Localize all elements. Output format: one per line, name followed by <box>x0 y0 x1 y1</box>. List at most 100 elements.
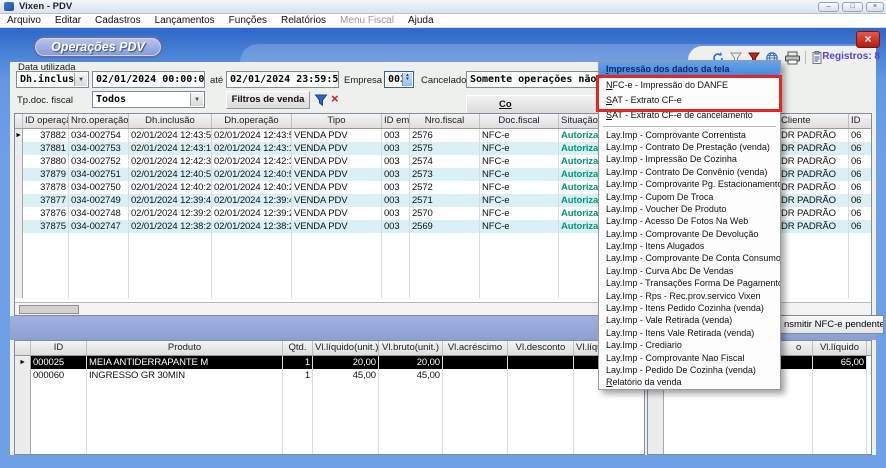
cell[interactable]: 003 <box>382 207 410 220</box>
cell[interactable]: 000025 <box>31 356 87 369</box>
menu-item[interactable]: Lay.Imp - Cupom De Troca <box>599 191 780 203</box>
cell[interactable]: DR PADRÃO <box>779 194 849 207</box>
cell[interactable]: 034-002748 <box>69 207 129 220</box>
products-table[interactable]: IDProdutoQtd.Vl.líquido(unit.)Vl.bruto(u… <box>14 340 645 455</box>
cell[interactable]: 2574 <box>410 155 480 168</box>
cell[interactable]: 1 <box>283 369 313 382</box>
cell[interactable]: 06 <box>849 129 872 142</box>
menubar-item-editar[interactable]: Editar <box>48 15 88 26</box>
cell[interactable]: NFC-e <box>480 181 559 194</box>
menu-item[interactable]: Lay.Imp - Pedido De Cozinha (venda) <box>599 364 780 376</box>
cell[interactable]: VENDA PDV <box>292 129 382 142</box>
menu-item[interactable]: Lay.Imp - Curva Abc De Vendas <box>599 265 780 277</box>
row-marker[interactable]: ► <box>15 356 31 369</box>
menu-item[interactable]: Lay.Imp - Voucher De Produto <box>599 203 780 215</box>
menu-item[interactable]: Lay.Imp - Comprovante Pg. Estacionamento <box>599 178 780 190</box>
cell[interactable]: NFC-e <box>480 168 559 181</box>
menu-item[interactable]: Lay.Imp - Comprovante Nao Fiscal <box>599 352 780 364</box>
cell[interactable]: 034-002749 <box>69 194 129 207</box>
print-icon[interactable] <box>784 51 801 65</box>
cell[interactable]: 37881 <box>23 142 69 155</box>
cell[interactable]: 02/01/2024 12:39:48 <box>212 194 292 207</box>
date-to-input[interactable]: 02/01/2024 23:59:59 <box>226 71 339 88</box>
cell[interactable]: 003 <box>382 168 410 181</box>
scrollbar-thumb[interactable] <box>19 305 79 314</box>
cell[interactable]: 37878 <box>23 181 69 194</box>
column-header[interactable]: Produto <box>87 341 283 355</box>
cell[interactable]: MEIA ANTIDERRAPANTE M <box>87 356 283 369</box>
date-from-input[interactable]: 02/01/2024 00:00:00 <box>92 71 205 88</box>
cell[interactable]: 02/01/2024 12:38:28 <box>212 220 292 233</box>
cell[interactable]: NFC-e <box>480 155 559 168</box>
column-header[interactable]: Vl.líquido <box>813 341 867 355</box>
transmit-nfce-button[interactable]: nsmitir NFC-e pendentes <box>779 315 884 334</box>
cell[interactable]: 2570 <box>410 207 480 220</box>
cell[interactable]: NFC-e <box>480 129 559 142</box>
cell[interactable]: 02/01/2024 12:43:11 <box>212 142 292 155</box>
cell[interactable] <box>508 369 574 382</box>
filter-blue-icon[interactable] <box>314 93 328 107</box>
cell[interactable]: 034-002752 <box>69 155 129 168</box>
cell[interactable]: VENDA PDV <box>292 168 382 181</box>
cell[interactable]: 02/01/2024 12:40:54 <box>129 168 212 181</box>
cell[interactable]: DR PADRÃO <box>779 220 849 233</box>
cell[interactable]: 02/01/2024 12:42:32 <box>129 155 212 168</box>
column-header[interactable]: Dh.operação <box>212 114 292 128</box>
column-header[interactable]: ID emp. <box>382 114 410 128</box>
column-header[interactable]: ID operação <box>23 114 69 128</box>
form-close-button[interactable]: × <box>856 31 880 48</box>
restore-button[interactable]: □ <box>842 2 863 12</box>
column-header[interactable]: ID <box>849 114 872 128</box>
row-selector[interactable] <box>15 207 23 220</box>
column-header[interactable]: Dh.inclusão <box>129 114 212 128</box>
menu-item[interactable]: Lay.Imp - Itens Alugados <box>599 240 780 252</box>
menubar-item-lan-amentos[interactable]: Lançamentos <box>148 15 222 26</box>
cell[interactable]: VENDA PDV <box>292 207 382 220</box>
cell[interactable]: 034-002753 <box>69 142 129 155</box>
cell[interactable]: 2575 <box>410 142 480 155</box>
cell[interactable]: 1 <box>283 356 313 369</box>
cell[interactable]: 2571 <box>410 194 480 207</box>
menubar-item-arquivo[interactable]: Arquivo <box>0 15 48 26</box>
cell[interactable]: 003 <box>382 220 410 233</box>
cell[interactable]: 06 <box>849 194 872 207</box>
cell[interactable]: 02/01/2024 12:43:11 <box>129 142 212 155</box>
cell[interactable]: 003 <box>382 155 410 168</box>
cell[interactable]: VENDA PDV <box>292 181 382 194</box>
menu-item[interactable]: Lay.Imp - Contrato De Convênio (venda) <box>599 166 780 178</box>
cell[interactable]: 02/01/2024 12:40:22 <box>212 181 292 194</box>
cell[interactable]: NFC-e <box>480 194 559 207</box>
cell[interactable]: 06 <box>849 168 872 181</box>
cell[interactable]: 06 <box>849 142 872 155</box>
menu-item[interactable]: Lay.Imp - Comprovante De Devolução <box>599 228 780 240</box>
menu-item[interactable]: Lay.Imp - Itens Vale Retirada (venda) <box>599 327 780 339</box>
cell[interactable]: NFC-e <box>480 207 559 220</box>
menubar-item-fun-es[interactable]: Funções <box>222 15 274 26</box>
menubar-item-relat-rios[interactable]: Relatórios <box>274 15 333 26</box>
menu-item[interactable]: Lay.Imp - Contrato De Prestação (venda) <box>599 141 780 153</box>
cell[interactable]: VENDA PDV <box>292 142 382 155</box>
cell[interactable]: 003 <box>382 142 410 155</box>
menu-item[interactable]: Lay.Imp - Itens Pedido Cozinha (venda) <box>599 302 780 314</box>
cell[interactable]: 02/01/2024 12:39:21 <box>129 207 212 220</box>
clear-filter-icon[interactable]: × <box>331 91 339 106</box>
menu-item[interactable]: Lay.Imp - Comprovante De Conta Consumo <box>599 252 780 264</box>
cell[interactable]: 003 <box>382 194 410 207</box>
column-header[interactable]: Vl.desconto <box>508 341 574 355</box>
column-header[interactable]: Vl.líquido(unit.) <box>313 341 379 355</box>
menu-item[interactable]: Lay.Imp - Comprovante Correntista <box>599 129 780 141</box>
row-selector[interactable] <box>15 181 23 194</box>
cell[interactable]: 02/01/2024 12:42:32 <box>212 155 292 168</box>
row-marker[interactable]: ► <box>15 129 23 142</box>
column-header[interactable]: Vl.acréscimo <box>443 341 508 355</box>
cell[interactable]: 02/01/2024 12:38:28 <box>129 220 212 233</box>
cell[interactable]: 02/01/2024 12:43:53 <box>212 129 292 142</box>
column-header[interactable]: Tipo <box>292 114 382 128</box>
column-header[interactable]: Qtd. <box>283 341 313 355</box>
cell[interactable]: 02/01/2024 12:43:53 <box>129 129 212 142</box>
cell[interactable]: 02/01/2024 12:39:21 <box>212 207 292 220</box>
cell[interactable]: 003 <box>382 181 410 194</box>
cell[interactable]: DR PADRÃO <box>779 207 849 220</box>
chevron-down-icon[interactable]: ▼ <box>190 93 203 106</box>
cell[interactable]: 06 <box>849 155 872 168</box>
